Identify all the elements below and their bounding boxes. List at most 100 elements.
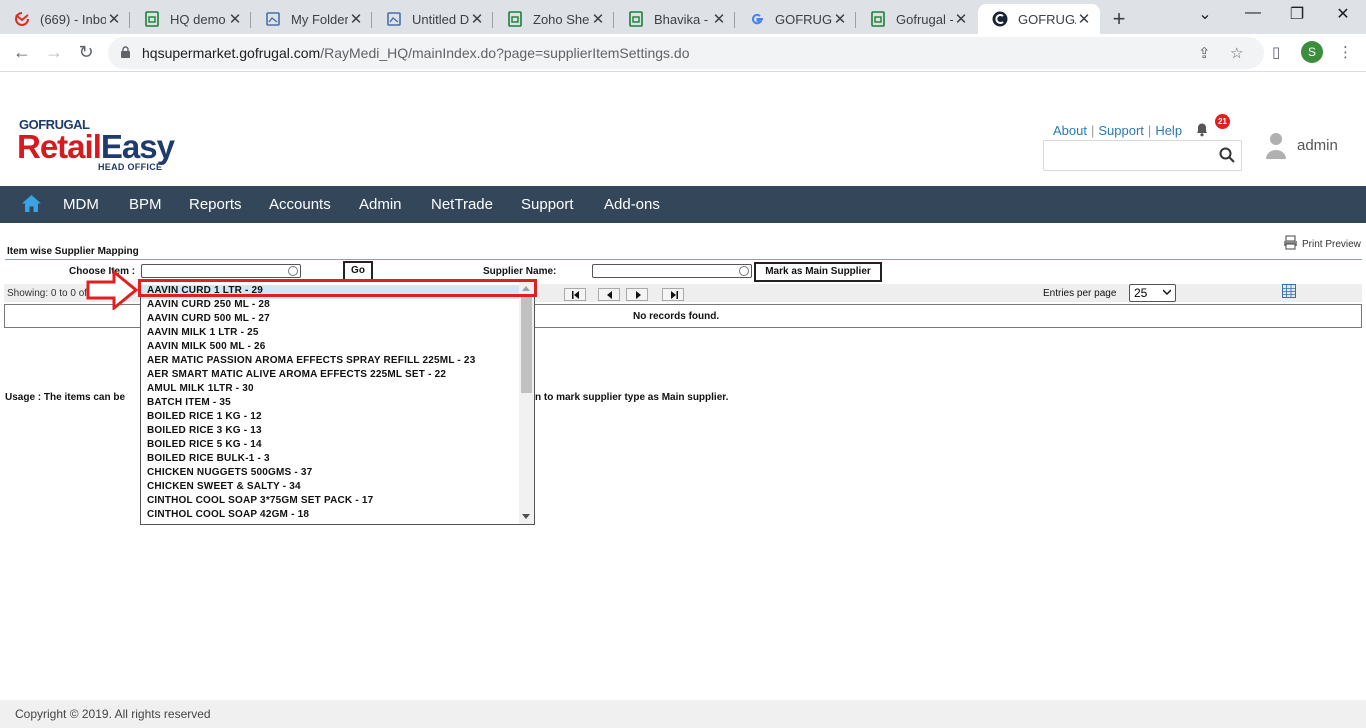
- scrollbar[interactable]: [519, 281, 534, 524]
- about-link[interactable]: About: [1053, 123, 1087, 138]
- menu-support[interactable]: Support: [521, 196, 574, 213]
- browser-tab[interactable]: Bhavika - N ✕: [614, 4, 735, 34]
- browser-tab[interactable]: (669) - Inbo ✕: [0, 4, 130, 34]
- back-arrow-icon[interactable]: ←: [10, 42, 34, 63]
- showing-count: Showing: 0 to 0 of 0: [7, 288, 96, 299]
- user-icon[interactable]: [1264, 132, 1288, 160]
- support-link[interactable]: Support: [1098, 123, 1144, 138]
- list-item[interactable]: CHICKEN NUGGETS 500GMS - 37: [147, 467, 312, 481]
- list-item[interactable]: AMUL MILK 1LTR - 30: [147, 383, 254, 397]
- browser-tab[interactable]: Untitled Do ✕: [372, 4, 493, 34]
- menu-admin[interactable]: Admin: [359, 196, 402, 213]
- supplier-name-label: Supplier Name:: [483, 266, 557, 277]
- scroll-down-arrow-icon[interactable]: [522, 514, 530, 519]
- chevron-down-icon: [1163, 289, 1171, 295]
- scrollbar-thumb[interactable]: [521, 297, 532, 393]
- list-item[interactable]: AAVIN MILK 500 ML - 26: [147, 341, 266, 355]
- address-bar[interactable]: hqsupermarket.gofrugal.com/RayMedi_HQ/ma…: [108, 37, 1264, 69]
- browser-tab[interactable]: HQ demo ✕: [130, 4, 251, 34]
- close-tab-icon[interactable]: ✕: [832, 10, 848, 28]
- close-tab-icon[interactable]: ✕: [711, 10, 727, 28]
- sheets-icon: [507, 11, 523, 27]
- sheets-icon: [628, 11, 644, 27]
- browser-tab-active[interactable]: GOFRUGA ✕: [978, 4, 1100, 34]
- restore-button[interactable]: ❐: [1285, 4, 1309, 24]
- table-icon[interactable]: [1282, 284, 1296, 298]
- profile-avatar[interactable]: S: [1301, 41, 1323, 63]
- close-tab-icon[interactable]: ✕: [590, 10, 606, 28]
- item-autocomplete-list[interactable]: AAVIN CURD 1 LTR - 29 AAVIN CURD 250 ML -…: [140, 280, 535, 525]
- header-links: About | Support | Help: [1053, 123, 1183, 138]
- list-item[interactable]: CINTHOL COOL SOAP 42GM - 18: [147, 509, 309, 523]
- user-name[interactable]: admin: [1297, 137, 1338, 154]
- browser-tab-strip: (669) - Inbo ✕ HQ demo ✕ My Folders ✕ Un…: [0, 0, 1366, 34]
- printer-icon: [1284, 235, 1297, 250]
- list-item[interactable]: AAVIN MILK 1 LTR - 25: [147, 327, 259, 341]
- url-text: hqsupermarket.gofrugal.com/RayMedi_HQ/ma…: [142, 45, 690, 61]
- list-item[interactable]: BOILED RICE 5 KG - 14: [147, 439, 262, 453]
- notification-badge: 21: [1215, 114, 1230, 129]
- menu-accounts[interactable]: Accounts: [269, 196, 331, 213]
- list-item[interactable]: AER MATIC PASSION AROMA EFFECTS SPRAY RE…: [147, 355, 475, 369]
- close-tab-icon[interactable]: ✕: [1076, 10, 1092, 28]
- choose-item-input[interactable]: [141, 264, 301, 278]
- last-page-button[interactable]: [662, 288, 684, 301]
- browser-tab[interactable]: My Folders ✕: [251, 4, 372, 34]
- tab-search-icon[interactable]: ⌄: [1193, 4, 1217, 24]
- forward-arrow-icon[interactable]: →: [42, 42, 66, 63]
- page-title: Item wise Supplier Mapping: [7, 246, 139, 257]
- close-tab-icon[interactable]: ✕: [469, 10, 485, 28]
- supplier-name-input[interactable]: [592, 264, 752, 278]
- list-item[interactable]: BOILED RICE BULK-1 - 3: [147, 453, 270, 467]
- list-item[interactable]: AAVIN CURD 250 ML - 28: [147, 299, 270, 313]
- close-tab-icon[interactable]: ✕: [227, 10, 243, 28]
- list-item[interactable]: CINTHOL COOL SOAP 100GM - 19: [147, 523, 315, 524]
- bookmark-star-icon[interactable]: ☆: [1230, 44, 1243, 62]
- new-tab-button[interactable]: +: [1108, 6, 1130, 32]
- list-item[interactable]: BATCH ITEM - 35: [147, 397, 231, 411]
- help-link[interactable]: Help: [1155, 123, 1182, 138]
- list-item[interactable]: AAVIN CURD 500 ML - 27: [147, 313, 270, 327]
- list-item[interactable]: BOILED RICE 3 KG - 13: [147, 425, 262, 439]
- copyright-text: Copyright © 2019. All rights reserved: [15, 707, 211, 721]
- menu-mdm[interactable]: MDM: [63, 196, 99, 213]
- list-item[interactable]: BOILED RICE 1 KG - 12: [147, 411, 262, 425]
- list-item[interactable]: CINTHOL COOL SOAP 3*75GM SET PACK - 17: [147, 495, 373, 509]
- sheets-icon: [144, 11, 160, 27]
- browser-tab[interactable]: Gofrugal - ✕: [856, 4, 977, 34]
- side-panel-icon[interactable]: ▯: [1272, 43, 1280, 61]
- bell-icon[interactable]: [1195, 121, 1209, 137]
- next-page-button[interactable]: [626, 288, 648, 301]
- footer: Copyright © 2019. All rights reserved: [0, 700, 1366, 728]
- menu-kebab-icon[interactable]: ⋮: [1338, 43, 1353, 61]
- loading-indicator-icon: [739, 266, 749, 276]
- browser-tab[interactable]: Zoho Shee ✕: [493, 4, 614, 34]
- menu-addons[interactable]: Add-ons: [604, 196, 660, 213]
- reload-icon[interactable]: ↻: [74, 42, 98, 63]
- go-button[interactable]: Go: [343, 261, 373, 281]
- close-window-button[interactable]: ✕: [1331, 4, 1355, 24]
- close-tab-icon[interactable]: ✕: [953, 10, 969, 28]
- lock-icon: [121, 46, 130, 58]
- print-preview-link[interactable]: Print Preview: [1283, 235, 1361, 250]
- sheets-icon: [870, 11, 886, 27]
- menu-nettrade[interactable]: NetTrade: [431, 196, 493, 213]
- menu-bpm[interactable]: BPM: [129, 196, 162, 213]
- home-icon[interactable]: [21, 194, 42, 213]
- close-tab-icon[interactable]: ✕: [106, 10, 122, 28]
- header-search-input[interactable]: [1043, 140, 1242, 171]
- search-icon[interactable]: [1219, 147, 1235, 163]
- share-icon[interactable]: ⇪: [1198, 44, 1211, 62]
- browser-tab[interactable]: GOFRUGA ✕: [735, 4, 856, 34]
- entries-per-page-select[interactable]: 25: [1129, 284, 1176, 302]
- docs-icon: [265, 11, 281, 27]
- close-tab-icon[interactable]: ✕: [348, 10, 364, 28]
- minimize-button[interactable]: —: [1241, 4, 1265, 22]
- first-page-button[interactable]: [564, 288, 586, 301]
- list-item[interactable]: CHICKEN SWEET & SALTY - 34: [147, 481, 301, 495]
- list-item[interactable]: AER SMART MATIC ALIVE AROMA EFFECTS 225M…: [147, 369, 446, 383]
- mark-main-supplier-button[interactable]: Mark as Main Supplier: [754, 262, 882, 282]
- prev-page-button[interactable]: [598, 288, 620, 301]
- menu-reports[interactable]: Reports: [189, 196, 242, 213]
- highlight-annotation-box: [138, 279, 537, 297]
